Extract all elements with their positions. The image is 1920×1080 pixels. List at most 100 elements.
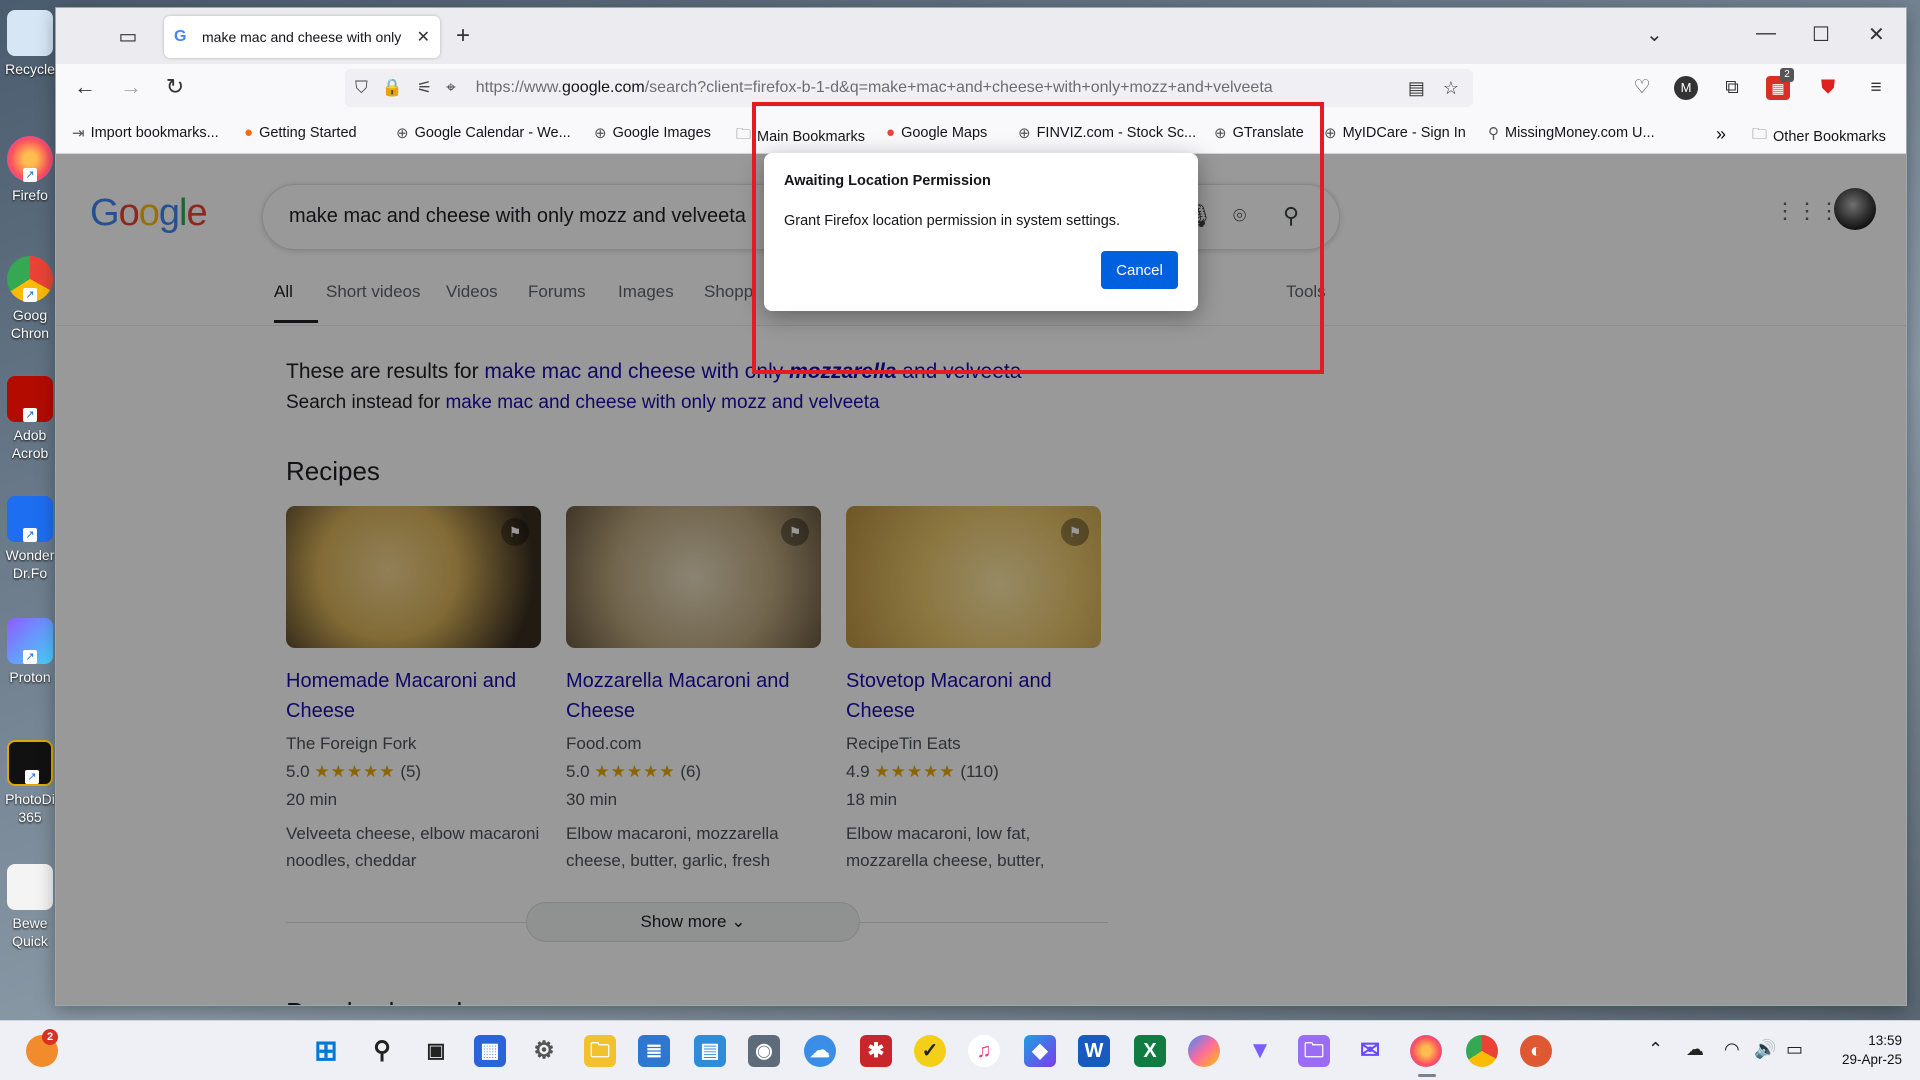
menu-icon[interactable]: ≡ [1862,74,1890,102]
firefox-icon[interactable] [1410,1035,1442,1067]
windows-start-icon[interactable]: ⊞ [310,1035,342,1067]
lock-icon[interactable]: 🔒 [382,78,403,98]
recycle-bin-icon [7,10,53,56]
import-icon: ⇥ [72,125,85,142]
notepad-icon[interactable]: ≣ [638,1035,670,1067]
desktop-icon-firefox[interactable]: ↗ Firefo [2,136,58,204]
bookmark-star-icon[interactable]: ☆ [1443,78,1459,99]
close-window-icon[interactable]: ✕ [1868,22,1885,47]
extension-badge: 2 [1780,68,1794,82]
duckduckgo-icon[interactable]: ◐ [1520,1035,1552,1067]
minimize-icon[interactable]: — [1756,22,1776,45]
camera-icon[interactable]: ◉ [748,1035,780,1067]
tasks-check-icon[interactable]: ✓ [914,1035,946,1067]
photodirector-icon: ↗ [7,740,53,786]
clock-time: 13:59 [1868,1033,1902,1048]
clock[interactable]: 13:59 29-Apr-25 [1842,1031,1902,1069]
settings-gear-icon[interactable]: ⚙ [528,1035,560,1067]
bookmark-google-images[interactable]: ⊕ Google Images [594,124,711,142]
desktop-icon-wondershare[interactable]: ↗ Wonder Dr.Fo [2,496,58,582]
desktop-icon-photodirector[interactable]: ↗ PhotoDi 365 [2,740,58,826]
url-text[interactable]: https://www.google.com/search?client=fir… [476,79,1356,97]
firefox-icon: ● [244,124,254,141]
desktop-icon-proton[interactable]: ↗ Proton [2,618,58,686]
file-explorer-icon[interactable]: 🗀 [584,1035,616,1067]
globe-icon: ⊕ [594,125,607,142]
tab-google-search[interactable]: G make mac and cheese with only ✕ [164,16,440,58]
desktop-icon-label: Wonder Dr.Fo [5,547,55,581]
excel-icon[interactable]: X [1134,1035,1166,1067]
desktop-icon-label: Adob Acrob [11,427,49,461]
new-tab-icon[interactable]: + [456,22,470,50]
search-icon[interactable]: ⚲ [366,1035,398,1067]
forward-icon[interactable]: → [116,74,146,100]
chevron-down-icon[interactable]: ⌄ [1646,22,1663,47]
cloud-sync-icon[interactable]: ☁ [1686,1039,1704,1060]
google-favicon-icon: G [174,28,187,45]
word-icon[interactable]: W [1078,1035,1110,1067]
desktop-icon-bewe[interactable]: Bewe Quick [2,864,58,950]
close-tab-icon[interactable]: ✕ [417,27,430,47]
folder-icon: 🗀 [736,126,752,143]
browser-window: ▭ G make mac and cheese with only ✕ + ⌄ … [56,8,1906,1005]
pdf-editor-icon: ↗ [7,496,53,542]
permissions-icon[interactable]: ⚟ [417,78,432,98]
pocket-icon[interactable]: ♡ [1628,74,1656,102]
magnifier-icon: ⚲ [1488,125,1499,142]
desktop-icon-recycle[interactable]: Recycle [2,10,58,78]
desktop-icon-label: Bewe Quick [12,915,48,949]
proton-vpn-icon[interactable]: ▼ [1244,1035,1276,1067]
tab-list-icon[interactable]: ▭ [114,24,142,48]
reader-view-icon[interactable]: ▤ [1408,78,1425,99]
onedrive-icon[interactable]: ☁ [804,1035,836,1067]
calculator-icon[interactable]: ▤ [694,1035,726,1067]
clock-date: 29-Apr-25 [1841,1052,1902,1067]
battery-icon[interactable]: ▭ [1786,1039,1803,1060]
folder-icon[interactable]: 🗀 [1298,1035,1330,1067]
taskbar: 2 ⊞ ⚲ ▣ ▦ ⚙ 🗀 ≣ ▤ ◉ ☁ ✱ ✓ ♫ ◆ W X ▼ 🗀 ✉ … [0,1020,1920,1080]
desktop-icon-chrome[interactable]: ↗ Goog Chron [2,256,58,342]
title-bar: ▭ G make mac and cheese with only ✕ + ⌄ … [56,8,1906,64]
more-bookmarks-icon[interactable]: » [1716,124,1726,145]
globe-icon: ⊕ [1324,125,1337,142]
folder-icon: 🗀 [1752,126,1768,143]
chrome-icon[interactable] [1466,1035,1498,1067]
tab-title: make mac and cheese with only [202,29,402,45]
bookmark-missingmoney[interactable]: ⚲ MissingMoney.com U... [1488,124,1655,142]
bookmark-import[interactable]: ⇥ Import bookmarks... [72,124,219,142]
desktop-icon-label: Goog Chron [10,307,50,341]
extensions-icon[interactable]: ⧉ [1718,74,1746,102]
chrome-icon: ↗ [7,256,53,302]
task-view-icon[interactable]: ▣ [420,1035,452,1067]
bookmark-getting-started[interactable]: ● Getting Started [244,124,357,141]
notification-badge: 2 [42,1029,58,1045]
shield-icon[interactable]: ⛉ [355,78,368,98]
store-icon[interactable]: ▦ [474,1035,506,1067]
desktop-icon-label: Firefo [12,187,48,203]
maximize-icon[interactable]: ☐ [1812,22,1830,47]
back-icon[interactable]: ← [70,74,100,100]
account-icon[interactable]: M [1674,76,1698,100]
highlight-annotation [752,102,1324,374]
bookmark-google-calendar[interactable]: ⊕ Google Calendar - We... [396,124,571,142]
reload-icon[interactable]: ↻ [160,74,190,100]
itunes-icon[interactable]: ♫ [968,1035,1000,1067]
wifi-icon[interactable]: ◠ [1724,1039,1740,1060]
desktop-icon-acrobat[interactable]: ↗ Adob Acrob [2,376,58,462]
proton-vpn-icon: ↗ [7,618,53,664]
antivirus-icon[interactable]: ✱ [860,1035,892,1067]
proton-mail-icon[interactable]: ✉ [1354,1035,1386,1067]
bookmark-other-folder[interactable]: 🗀 Other Bookmarks [1752,124,1886,149]
adblock-shield-icon[interactable]: ⛊ [1814,74,1842,102]
firefox-icon: ↗ [7,136,53,182]
show-hidden-icons-chevron-up-icon[interactable]: ⌃ [1648,1039,1663,1060]
copilot-icon[interactable] [1188,1035,1220,1067]
volume-icon[interactable]: 🔊 [1754,1039,1776,1060]
location-icon[interactable]: ⌖ [446,78,456,98]
desktop-icon-label: PhotoDi 365 [5,791,55,825]
microsoft-365-icon[interactable]: ◆ [1024,1035,1056,1067]
desktop-icons: Recycle ↗ Firefo ↗ Goog Chron ↗ Adob Acr… [0,0,60,1020]
bookmark-myidcare[interactable]: ⊕ MyIDCare - Sign In [1324,124,1466,142]
desktop-icon-label: Proton [9,669,51,685]
globe-icon: ⊕ [396,125,409,142]
